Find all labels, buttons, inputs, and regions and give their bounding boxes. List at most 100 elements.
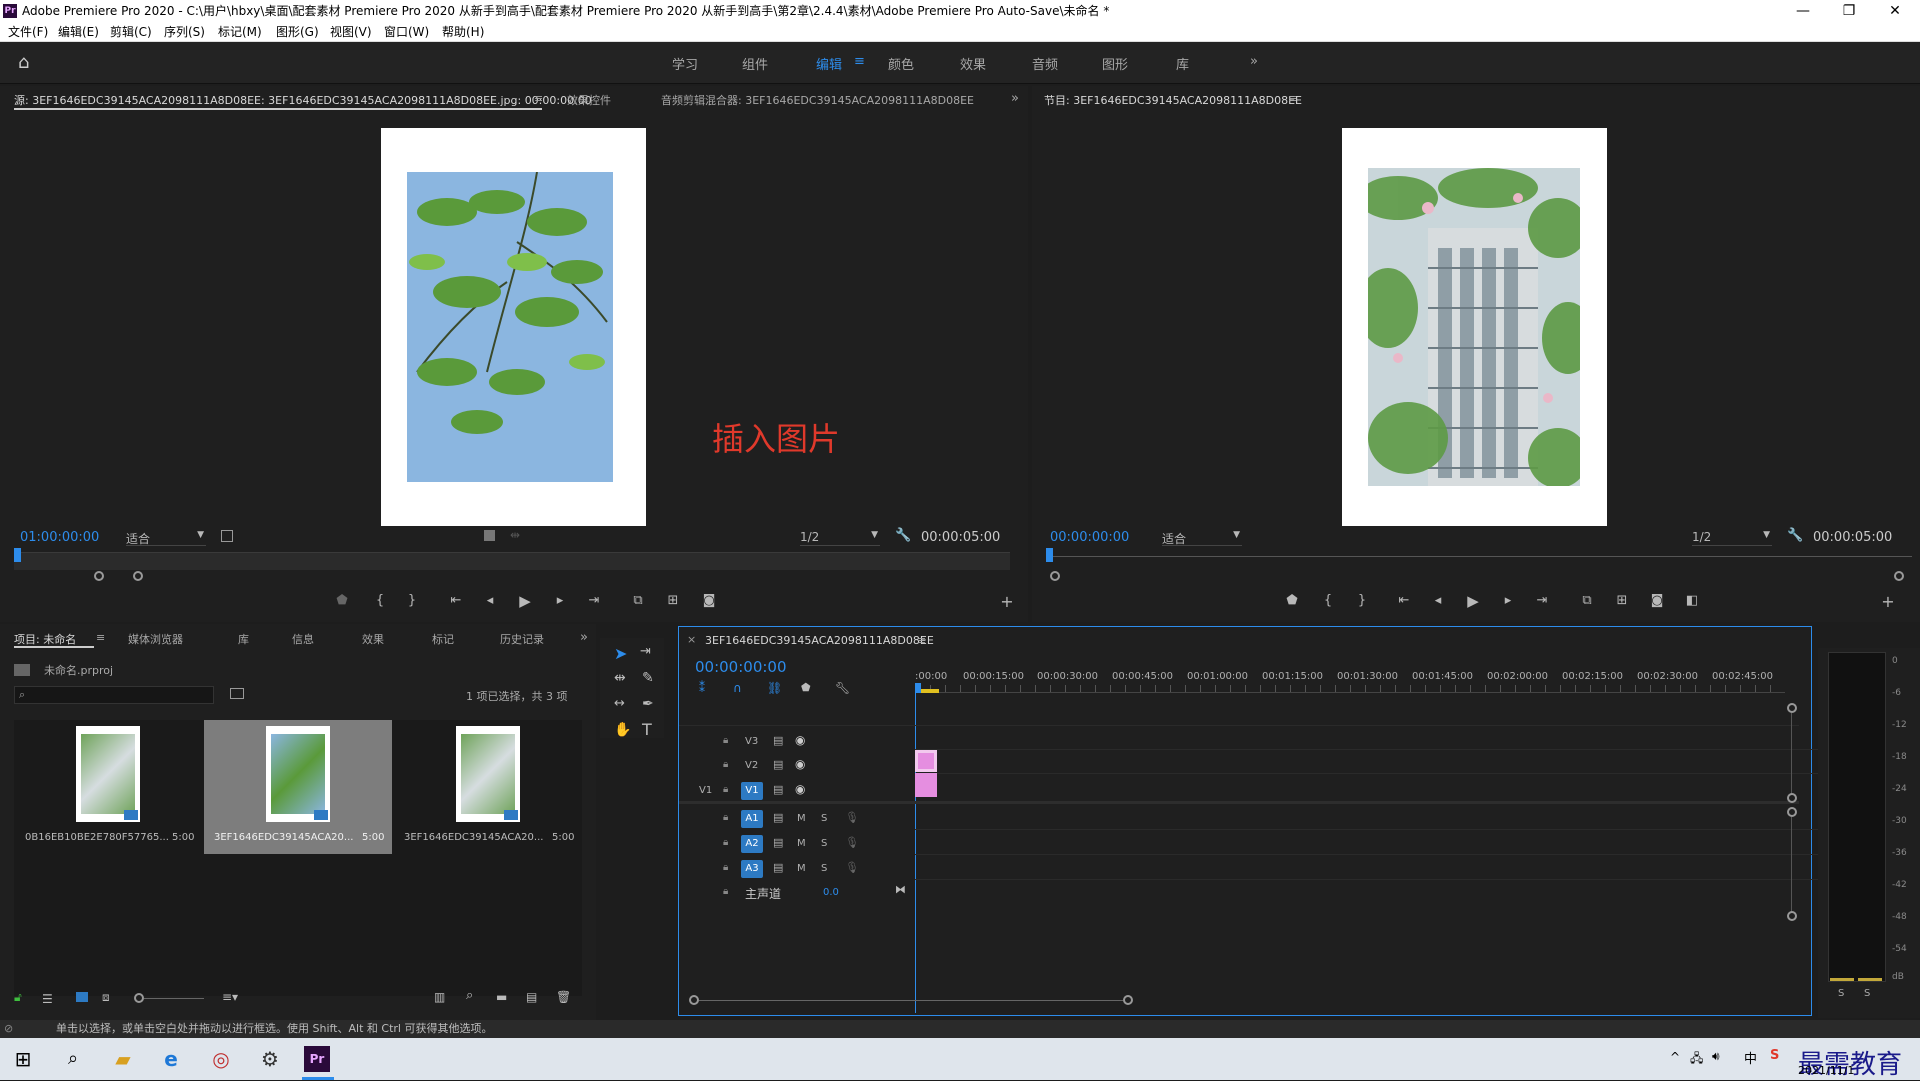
menu-clip[interactable]: 剪辑(C) bbox=[110, 22, 152, 42]
workspace-audio[interactable]: 音频 bbox=[1032, 54, 1058, 73]
new-bin-from-search-icon[interactable] bbox=[230, 688, 244, 699]
insert-icon[interactable]: ⧉ bbox=[628, 593, 648, 608]
track-lock-icon[interactable]: 🔒︎ bbox=[723, 837, 728, 848]
menu-file[interactable]: 文件(F) bbox=[8, 22, 48, 42]
close-sequence-button[interactable]: × bbox=[687, 633, 696, 646]
find-icon[interactable]: ⌕ bbox=[466, 988, 473, 1003]
zoom-slider-track[interactable] bbox=[144, 998, 204, 999]
eye-icon[interactable]: ◉ bbox=[795, 733, 805, 747]
menu-marker[interactable]: 标记(M) bbox=[218, 22, 262, 42]
sogou-ime-icon[interactable]: S bbox=[1770, 1048, 1779, 1063]
volume-icon[interactable]: 🔊︎ bbox=[1712, 1049, 1720, 1064]
export-frame-camera-icon[interactable]: ◙ bbox=[1647, 593, 1667, 608]
source-fit-dropdown[interactable]: 适合 ▼ bbox=[126, 530, 206, 546]
workspace-editing[interactable]: 编辑 bbox=[816, 54, 842, 73]
h-scroll-handle-right[interactable] bbox=[1123, 995, 1133, 1005]
tab-project[interactable]: 项目: 未命名 bbox=[14, 631, 76, 647]
hand-tool-icon[interactable]: ✋ bbox=[614, 722, 631, 738]
edge-browser-icon[interactable]: e bbox=[156, 1044, 186, 1074]
lock-icon[interactable]: 🔓︎ bbox=[14, 990, 22, 1005]
tab-effects[interactable]: 效果 bbox=[362, 631, 384, 647]
solo-button[interactable]: S bbox=[821, 813, 827, 824]
menu-graphics[interactable]: 图形(G) bbox=[276, 22, 319, 42]
program-tab-menu-icon[interactable]: ≡ bbox=[1288, 92, 1297, 105]
file-explorer-icon[interactable]: ▰ bbox=[108, 1044, 138, 1074]
project-tab-menu-icon[interactable]: ≡ bbox=[96, 631, 105, 644]
type-tool-icon[interactable]: T bbox=[642, 720, 652, 739]
app-icon[interactable]: ◎ bbox=[206, 1044, 236, 1074]
zoom-slider-handle[interactable] bbox=[134, 993, 144, 1003]
tab-libraries[interactable]: 库 bbox=[238, 631, 249, 647]
source-zoom-handle-left[interactable] bbox=[94, 571, 104, 581]
mute-button[interactable]: M bbox=[797, 863, 806, 874]
nest-sequence-icon[interactable]: ⁑ bbox=[699, 681, 705, 695]
drag-video-only-icon[interactable] bbox=[484, 530, 495, 541]
source-playhead[interactable] bbox=[14, 548, 21, 562]
menu-sequence[interactable]: 序列(S) bbox=[164, 22, 205, 42]
track-target-a3[interactable]: A3 bbox=[741, 860, 763, 878]
track-lock-icon[interactable]: 🔒︎ bbox=[723, 886, 728, 897]
mark-out-icon[interactable]: } bbox=[402, 593, 422, 608]
menu-help[interactable]: 帮助(H) bbox=[442, 22, 484, 42]
mark-in-icon[interactable]: { bbox=[1318, 593, 1338, 608]
workspace-assembly[interactable]: 组件 bbox=[742, 54, 768, 73]
project-item-selected[interactable]: 3EF1646EDC39145ACA20... 5:00 bbox=[204, 720, 392, 854]
home-icon[interactable]: ⌂ bbox=[18, 52, 29, 73]
add-marker-icon[interactable]: ⬟ bbox=[1282, 593, 1302, 608]
source-resolution-dropdown[interactable]: 1/2 ▼ bbox=[800, 530, 880, 546]
extract-icon[interactable]: ⊞ bbox=[1612, 593, 1632, 608]
timeline-settings-wrench-icon[interactable]: 🔧︎ bbox=[835, 681, 850, 695]
clip-v1[interactable] bbox=[915, 773, 937, 797]
premiere-taskbar-icon[interactable]: Pr bbox=[304, 1046, 330, 1072]
slip-tool-icon[interactable]: ↔ bbox=[614, 696, 625, 711]
video-scroll-handle-bottom[interactable] bbox=[1787, 793, 1797, 803]
go-to-in-icon[interactable]: ⇤ bbox=[446, 593, 466, 608]
program-settings-wrench-icon[interactable]: 🔧 bbox=[1787, 528, 1803, 543]
timeline-playhead[interactable] bbox=[915, 683, 921, 693]
video-audio-divider[interactable] bbox=[679, 801, 1799, 804]
solo-left-button[interactable]: S bbox=[1838, 988, 1844, 999]
track-label-v2[interactable]: V2 bbox=[745, 760, 758, 771]
menu-edit[interactable]: 编辑(E) bbox=[58, 22, 99, 42]
tab-markers[interactable]: 标记 bbox=[432, 631, 454, 647]
comparison-view-icon[interactable]: ◧ bbox=[1682, 593, 1702, 608]
step-forward-icon[interactable]: ▸ bbox=[550, 593, 570, 608]
tab-source[interactable]: 源: 3EF1646EDC39145ACA2098111A8D08EE: 3EF… bbox=[14, 92, 592, 108]
track-target-a1[interactable]: A1 bbox=[741, 810, 763, 828]
solo-right-button[interactable]: S bbox=[1864, 988, 1870, 999]
selection-tool-icon[interactable]: ➤ bbox=[614, 644, 627, 663]
sort-icons-icon[interactable]: ≡▾ bbox=[222, 990, 238, 1004]
lift-icon[interactable]: ⧉ bbox=[1577, 593, 1597, 608]
snap-magnet-icon[interactable]: ∩ bbox=[733, 681, 742, 695]
track-lock-icon[interactable]: 🔒︎ bbox=[723, 862, 728, 873]
ime-indicator[interactable]: 中 bbox=[1744, 1048, 1757, 1067]
restore-button[interactable]: ❐ bbox=[1826, 0, 1872, 22]
program-fit-dropdown[interactable]: 适合 ▼ bbox=[1162, 530, 1242, 546]
audio-scroll-handle-top[interactable] bbox=[1787, 807, 1797, 817]
program-playhead-timecode[interactable]: 00:00:00:00 bbox=[1050, 530, 1129, 545]
play-icon[interactable]: ▶ bbox=[515, 592, 535, 610]
search-icon[interactable]: ⌕ bbox=[58, 1044, 88, 1074]
audio-scroll-handle-bottom[interactable] bbox=[1787, 911, 1797, 921]
workspace-effects[interactable]: 效果 bbox=[960, 54, 986, 73]
program-zoom-handle-left[interactable] bbox=[1050, 571, 1060, 581]
tab-info[interactable]: 信息 bbox=[292, 631, 314, 647]
icon-view-icon[interactable] bbox=[76, 992, 88, 1002]
source-time-ruler[interactable] bbox=[14, 552, 1010, 570]
minimize-button[interactable]: — bbox=[1780, 0, 1826, 22]
clip-v2[interactable] bbox=[915, 750, 937, 772]
pen-tool-icon[interactable]: ✒ bbox=[642, 696, 654, 712]
menu-window[interactable]: 窗口(W) bbox=[384, 22, 429, 42]
sync-lock-icon[interactable]: ▤ bbox=[773, 861, 783, 874]
program-playhead[interactable] bbox=[1046, 548, 1053, 562]
settings-gear-icon[interactable]: ⚙ bbox=[255, 1044, 285, 1074]
drag-audio-icon[interactable]: ⇹ bbox=[510, 528, 520, 542]
workspace-graphics[interactable]: 图形 bbox=[1102, 54, 1128, 73]
sequence-tab-menu-icon[interactable]: ≡ bbox=[917, 634, 926, 647]
workspace-libraries[interactable]: 库 bbox=[1176, 54, 1189, 73]
time-ruler[interactable] bbox=[915, 685, 1785, 693]
sync-lock-icon[interactable]: ▤ bbox=[773, 734, 783, 747]
mark-in-icon[interactable]: { bbox=[370, 593, 390, 608]
source-settings-wrench-icon[interactable]: 🔧 bbox=[895, 528, 911, 543]
voice-over-mic-icon[interactable]: 🎙︎ bbox=[845, 836, 859, 849]
